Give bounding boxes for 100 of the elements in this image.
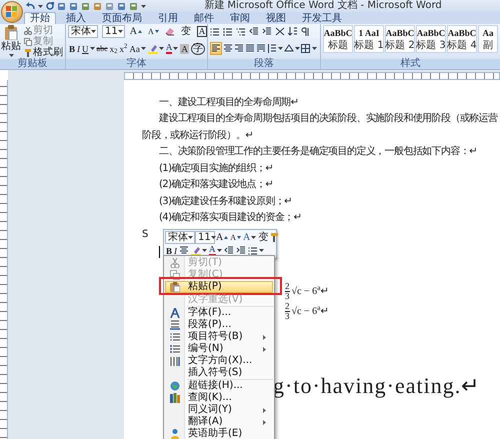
- ribbon-tab[interactable]: 引用: [152, 12, 184, 24]
- paragraph: (4)确定和落实项目建设的资金；↵: [158, 210, 302, 226]
- highlight-button[interactable]: [146, 42, 165, 55]
- subscript-button[interactable]: x$_{2}$: [108, 42, 118, 55]
- paste-button[interactable]: 粘贴: [1, 25, 21, 57]
- character-shading-button[interactable]: A: [179, 42, 190, 55]
- caret-icon: [118, 30, 123, 33]
- menu-item[interactable]: 翻译(A): [165, 416, 273, 428]
- paintbrush-icon: [24, 48, 32, 56]
- paragraph-mark-icon: [301, 27, 311, 36]
- paragraph-tool-button[interactable]: [267, 42, 283, 55]
- paragraph-tool-button[interactable]: [288, 25, 298, 38]
- border-icon: [301, 44, 311, 53]
- line-spacing-icon: [267, 44, 277, 53]
- equation-text: √c − 6$^{a}$↵: [292, 306, 328, 318]
- group-label: 字体: [66, 59, 207, 69]
- caret-icon: [188, 236, 193, 239]
- scissors-icon: [24, 26, 32, 34]
- books-icon: [170, 393, 180, 403]
- font-color-button[interactable]: A: [164, 42, 180, 55]
- sort-icon: [288, 27, 298, 36]
- paragraph: (3)确定建设任务和建设原则；↵: [158, 194, 292, 209]
- italic-button[interactable]: I: [173, 244, 178, 257]
- paragraph-tool-button[interactable]: [301, 42, 317, 55]
- style-item[interactable]: AaBbC 标题 2: [385, 25, 415, 53]
- menu-item[interactable]: 插入符号(S): [165, 367, 273, 379]
- paragraph: (2)确定和落实建设地点；↵: [158, 178, 274, 192]
- ribbon-tab[interactable]: 开发工具: [296, 12, 348, 24]
- paragraph: 建设工程项目的全寿命周期包括项目的决策阶段、实施阶段和使用阶段（或称运营阶段，或称运行阶段）。↵: [142, 112, 498, 143]
- copy-icon: [24, 38, 32, 46]
- grow-font-button[interactable]: A: [215, 231, 230, 244]
- bold-button[interactable]: B: [165, 244, 174, 257]
- logo-icon: [6, 6, 18, 18]
- decrease-indent-icon: [224, 246, 234, 255]
- font-icon: [170, 308, 180, 318]
- grow-font-button[interactable]: A: [128, 25, 143, 38]
- clear-format-button[interactable]: [164, 25, 176, 38]
- menu-item[interactable]: 项目符号(B): [165, 331, 273, 343]
- change-case-button[interactable]: Aa: [128, 42, 147, 55]
- underline-button[interactable]: U: [81, 42, 96, 55]
- menu-item[interactable]: 字体(F)...: [165, 307, 273, 319]
- paragraph-tool-button[interactable]: [275, 25, 285, 38]
- menu-item[interactable]: 文字方向(X)...: [165, 355, 273, 367]
- ribbon-tab[interactable]: 审阅: [224, 12, 256, 24]
- ribbon-tab[interactable]: 邮件: [188, 12, 220, 24]
- caret-icon: [8, 54, 14, 57]
- phonetic-guide-button[interactable]: 变: [180, 25, 192, 38]
- undo-icon: [26, 2, 35, 10]
- ribbon-tab[interactable]: 页面布局: [96, 12, 148, 24]
- fraction: 2 3: [285, 302, 290, 322]
- paragraph: 二、决策阶段管理工作的主要任务是确定项目的定义，一般包括如下内容：↵: [158, 144, 477, 160]
- caret-icon: [312, 47, 317, 50]
- style-item[interactable]: AaBbC 标题: [323, 25, 353, 53]
- menu-item[interactable]: 段落(P)...: [165, 319, 273, 331]
- ribbon-tab[interactable]: 视图: [260, 12, 292, 24]
- bold-button[interactable]: B: [68, 42, 76, 55]
- ribbon-tab[interactable]: 插入: [60, 12, 92, 24]
- align-right-icon: [234, 44, 244, 53]
- menu-item[interactable]: 超链接(H)...: [165, 380, 273, 392]
- paragraph-tool-button[interactable]: [223, 25, 233, 38]
- menu-item[interactable]: 编号(N): [165, 343, 273, 355]
- bullet-list-icon: [170, 332, 180, 342]
- menu-item[interactable]: 同义词(Y): [165, 404, 273, 416]
- style-item[interactable]: 1 AaI 标题 1: [354, 25, 384, 53]
- superscript-button[interactable]: x$^{2}$: [118, 42, 128, 55]
- person-icon: [170, 429, 180, 439]
- style-item[interactable]: AaBbC 标题 3: [416, 25, 446, 53]
- phonetic-guide-button[interactable]: 变: [257, 231, 270, 244]
- strikethrough-button[interactable]: abc: [96, 42, 109, 55]
- caret-icon: [91, 30, 96, 33]
- format-painter-button[interactable]: 格式刷: [23, 47, 64, 58]
- italic-button[interactable]: I: [76, 42, 82, 55]
- format-painter-button[interactable]: [269, 231, 280, 244]
- paragraph: S: [142, 228, 148, 242]
- shrink-font-button[interactable]: A: [146, 25, 160, 38]
- paragraph-tool-button[interactable]: [301, 25, 311, 38]
- shrink-font-button[interactable]: A: [229, 231, 242, 244]
- style-item[interactable]: AaBbC 标题 4: [447, 25, 477, 53]
- align-button[interactable]: [210, 42, 222, 55]
- redo-icon: [46, 2, 54, 10]
- font-size-field[interactable]: 11: [195, 231, 215, 244]
- paragraph: 一、建设工程项目的全寿命周期↵: [158, 96, 298, 110]
- menu-item[interactable]: 粘贴(P): [165, 281, 273, 293]
- align-center-icon: [179, 246, 190, 255]
- font-size-field[interactable]: 11: [102, 25, 125, 38]
- font-name-field[interactable]: 宋体: [68, 25, 98, 38]
- fraction: 2 3: [285, 282, 290, 302]
- font-name-field[interactable]: 宋体: [165, 231, 195, 244]
- ribbon-tab[interactable]: 开始: [24, 12, 56, 24]
- globe-icon: [170, 381, 180, 391]
- styles-button[interactable]: A: [242, 231, 258, 244]
- menu-item[interactable]: 查阅(K)...: [165, 392, 273, 404]
- style-item[interactable]: Aa 副: [478, 25, 498, 53]
- paragraph: (1)确定项目实施的组织；↵: [158, 162, 274, 176]
- caret-icon: [38, 4, 43, 8]
- menu-item[interactable]: 英语助手(E): [165, 428, 273, 439]
- enclose-character-button[interactable]: 字: [190, 42, 206, 55]
- group-label: 剪贴板: [0, 59, 65, 69]
- numbered-list-icon: [170, 344, 180, 354]
- character-border-button[interactable]: A: [196, 25, 208, 38]
